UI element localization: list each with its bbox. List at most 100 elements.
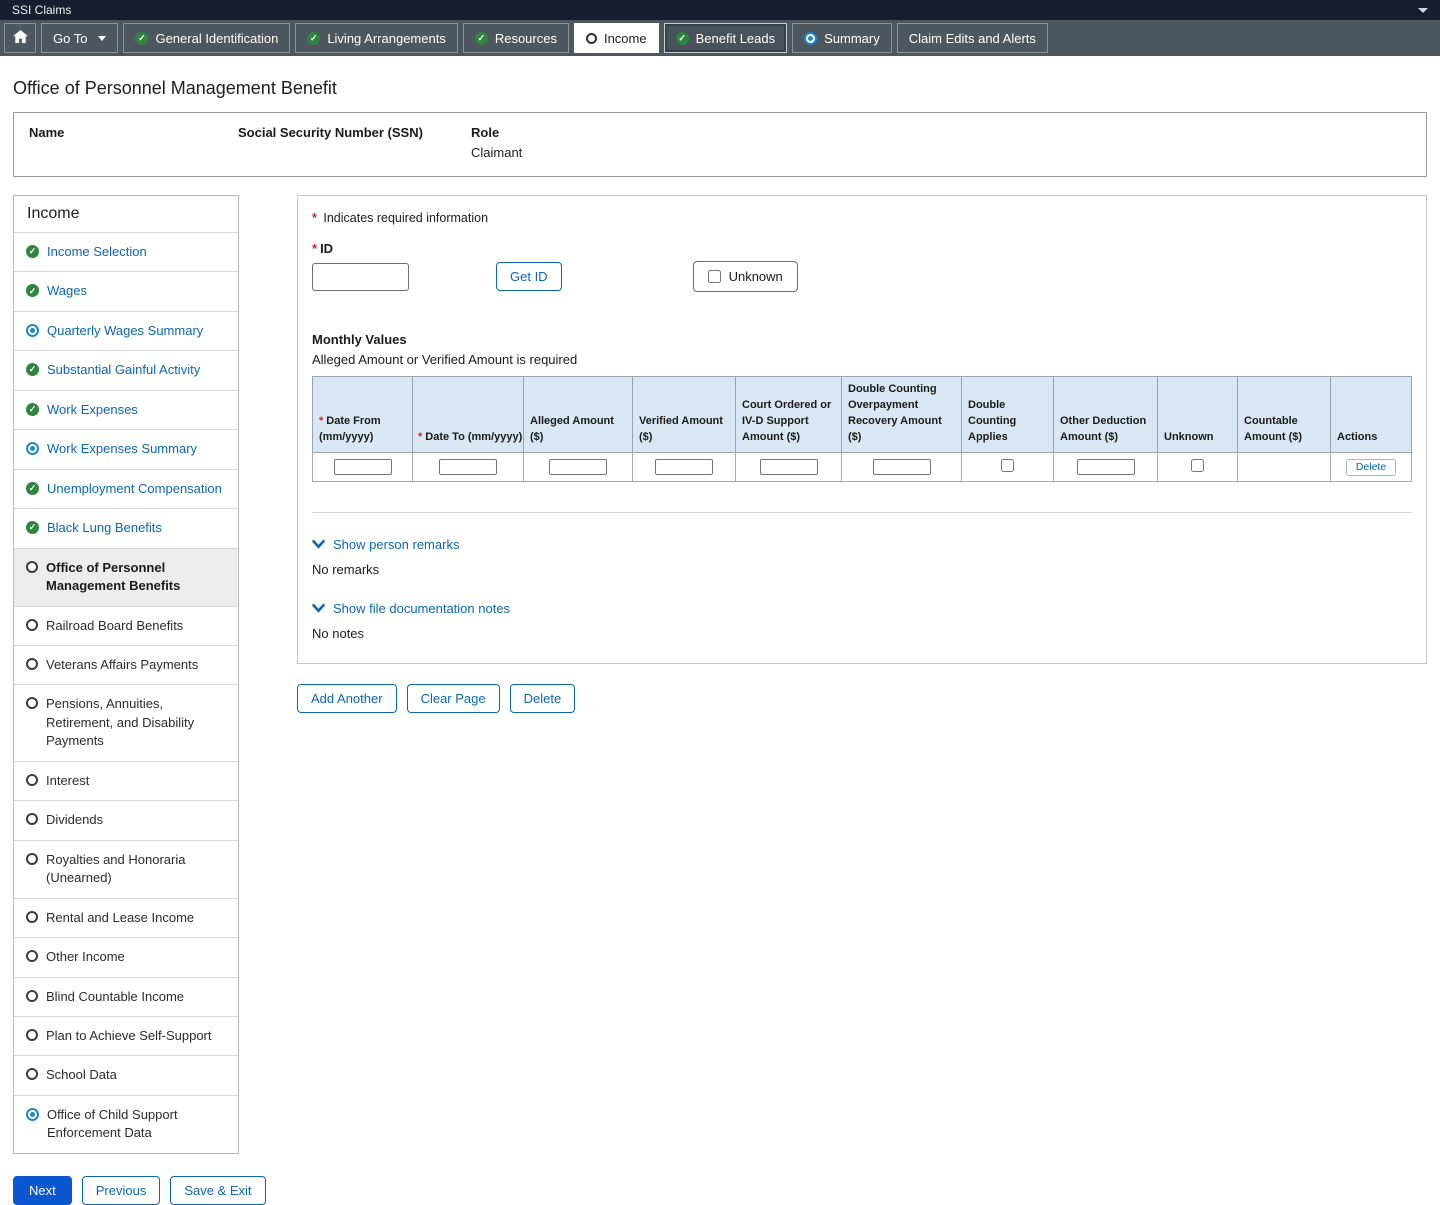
sidebar-item-school-data[interactable]: School Data bbox=[14, 1055, 238, 1094]
sidebar-item-opm-benefits[interactable]: Office of Personnel Management Benefits bbox=[14, 548, 238, 606]
circle-outline-icon bbox=[26, 1068, 38, 1080]
sidebar-item-rental-lease-income[interactable]: Rental and Lease Income bbox=[14, 898, 238, 937]
page-title: Office of Personnel Management Benefit bbox=[13, 78, 1427, 99]
date-from-input[interactable] bbox=[334, 459, 392, 475]
person-remarks-toggle[interactable]: Show person remarks bbox=[312, 537, 1412, 552]
sidebar-item-black-lung-benefits[interactable]: Black Lung Benefits bbox=[14, 508, 238, 547]
sidebar-item-railroad-board-benefits[interactable]: Railroad Board Benefits bbox=[14, 606, 238, 645]
col-double-counting-applies: Double Counting Applies bbox=[962, 377, 1054, 453]
row-delete-button[interactable]: Delete bbox=[1346, 459, 1396, 476]
delete-button[interactable]: Delete bbox=[510, 684, 576, 713]
verified-amount-input[interactable] bbox=[655, 459, 713, 475]
person-info-box: Name Social Security Number (SSN) Role C… bbox=[13, 112, 1427, 177]
sidebar-item-quarterly-wages-summary[interactable]: Quarterly Wages Summary bbox=[14, 311, 238, 350]
name-value bbox=[29, 145, 238, 160]
titlebar-chevron-down-icon[interactable] bbox=[1418, 8, 1428, 13]
monthly-values-row: Delete bbox=[313, 452, 1412, 481]
col-double-counting-recovery: Double Counting Overpayment Recovery Amo… bbox=[842, 377, 962, 453]
check-circle-icon bbox=[26, 521, 39, 534]
add-another-button[interactable]: Add Another bbox=[297, 684, 397, 713]
countable-amount-cell bbox=[1238, 452, 1331, 481]
nav-summary[interactable]: Summary bbox=[792, 23, 892, 53]
col-alleged-amount: Alleged Amount ($) bbox=[524, 377, 633, 453]
circle-outline-icon bbox=[586, 33, 597, 44]
sidebar-item-income-selection[interactable]: Income Selection bbox=[14, 232, 238, 271]
monthly-values-title: Monthly Values bbox=[312, 332, 1412, 347]
remarks-empty-text: No remarks bbox=[312, 562, 1412, 577]
check-circle-icon bbox=[135, 32, 148, 45]
get-id-button[interactable]: Get ID bbox=[496, 262, 562, 291]
ssn-value bbox=[238, 145, 471, 160]
check-circle-icon bbox=[307, 32, 320, 45]
date-to-input[interactable] bbox=[439, 459, 497, 475]
sidebar-item-ocse-data[interactable]: Office of Child Support Enforcement Data bbox=[14, 1095, 238, 1153]
primary-navbar: Go To General Identification Living Arra… bbox=[0, 20, 1440, 56]
sidebar-item-blind-countable-income[interactable]: Blind Countable Income bbox=[14, 977, 238, 1016]
nav-benefit-leads[interactable]: Benefit Leads bbox=[664, 23, 788, 53]
chevron-down-icon bbox=[312, 604, 325, 613]
double-counting-recovery-input[interactable] bbox=[873, 459, 931, 475]
progress-circle-icon bbox=[26, 1108, 39, 1121]
circle-outline-icon bbox=[26, 561, 38, 573]
check-circle-icon bbox=[475, 32, 488, 45]
name-label: Name bbox=[29, 125, 238, 140]
sidebar-item-other-income[interactable]: Other Income bbox=[14, 937, 238, 976]
row-unknown-checkbox[interactable] bbox=[1191, 459, 1204, 472]
chevron-down-icon bbox=[312, 540, 325, 549]
role-value: Claimant bbox=[471, 145, 1411, 160]
check-circle-icon bbox=[26, 482, 39, 495]
nav-living-arrangements[interactable]: Living Arrangements bbox=[295, 23, 458, 53]
col-verified-amount: Verified Amount ($) bbox=[633, 377, 736, 453]
sidebar-item-pensions-annuities[interactable]: Pensions, Annuities, Retirement, and Dis… bbox=[14, 684, 238, 760]
progress-circle-icon bbox=[804, 32, 817, 45]
progress-circle-icon bbox=[26, 442, 39, 455]
save-exit-button[interactable]: Save & Exit bbox=[170, 1176, 265, 1205]
circle-outline-icon bbox=[26, 658, 38, 670]
id-unknown-checkbox-group[interactable]: Unknown bbox=[693, 261, 798, 292]
nav-income[interactable]: Income bbox=[574, 23, 659, 53]
sidebar-item-interest[interactable]: Interest bbox=[14, 761, 238, 800]
nav-claim-edits-alerts[interactable]: Claim Edits and Alerts bbox=[897, 23, 1048, 53]
court-ordered-amount-input[interactable] bbox=[760, 459, 818, 475]
circle-outline-icon bbox=[26, 813, 38, 825]
id-label: *ID bbox=[312, 241, 1412, 256]
nav-goto-button[interactable]: Go To bbox=[41, 23, 118, 53]
sidebar-item-substantial-gainful-activity[interactable]: Substantial Gainful Activity bbox=[14, 350, 238, 389]
income-sidebar: Income Income Selection Wages Quarterly … bbox=[13, 195, 239, 1154]
required-asterisk: * bbox=[312, 241, 317, 256]
opm-benefit-form: * Indicates required information *ID Get… bbox=[297, 195, 1427, 664]
nav-general-identification[interactable]: General Identification bbox=[123, 23, 290, 53]
id-unknown-checkbox[interactable] bbox=[708, 270, 721, 283]
circle-outline-icon bbox=[26, 697, 38, 709]
required-asterisk: * bbox=[312, 211, 317, 225]
role-label: Role bbox=[471, 125, 1411, 140]
file-documentation-notes-toggle[interactable]: Show file documentation notes bbox=[312, 601, 1412, 616]
progress-circle-icon bbox=[26, 324, 39, 337]
nav-home-button[interactable] bbox=[4, 23, 36, 53]
sidebar-item-dividends[interactable]: Dividends bbox=[14, 800, 238, 839]
double-counting-applies-checkbox[interactable] bbox=[1001, 459, 1014, 472]
app-title: SSI Claims bbox=[12, 3, 71, 17]
clear-page-button[interactable]: Clear Page bbox=[407, 684, 500, 713]
id-input[interactable] bbox=[312, 263, 409, 291]
sidebar-item-wages[interactable]: Wages bbox=[14, 271, 238, 310]
nav-resources[interactable]: Resources bbox=[463, 23, 569, 53]
id-unknown-label: Unknown bbox=[729, 269, 783, 284]
required-note: * Indicates required information bbox=[312, 211, 1412, 225]
required-asterisk: * bbox=[418, 431, 422, 443]
sidebar-item-work-expenses-summary[interactable]: Work Expenses Summary bbox=[14, 429, 238, 468]
sidebar-item-unemployment-compensation[interactable]: Unemployment Compensation bbox=[14, 469, 238, 508]
sidebar-item-work-expenses[interactable]: Work Expenses bbox=[14, 390, 238, 429]
next-button[interactable]: Next bbox=[13, 1176, 72, 1205]
col-court-ordered: Court Ordered or IV-D Support Amount ($) bbox=[736, 377, 842, 453]
alleged-amount-input[interactable] bbox=[549, 459, 607, 475]
circle-outline-icon bbox=[26, 990, 38, 1002]
sidebar-item-pass[interactable]: Plan to Achieve Self-Support bbox=[14, 1016, 238, 1055]
other-deduction-input[interactable] bbox=[1077, 459, 1135, 475]
previous-button[interactable]: Previous bbox=[82, 1176, 161, 1205]
app-titlebar: SSI Claims bbox=[0, 0, 1440, 20]
col-actions: Actions bbox=[1331, 377, 1412, 453]
sidebar-item-royalties-honoraria[interactable]: Royalties and Honoraria (Unearned) bbox=[14, 840, 238, 898]
circle-outline-icon bbox=[26, 911, 38, 923]
sidebar-item-veterans-affairs-payments[interactable]: Veterans Affairs Payments bbox=[14, 645, 238, 684]
